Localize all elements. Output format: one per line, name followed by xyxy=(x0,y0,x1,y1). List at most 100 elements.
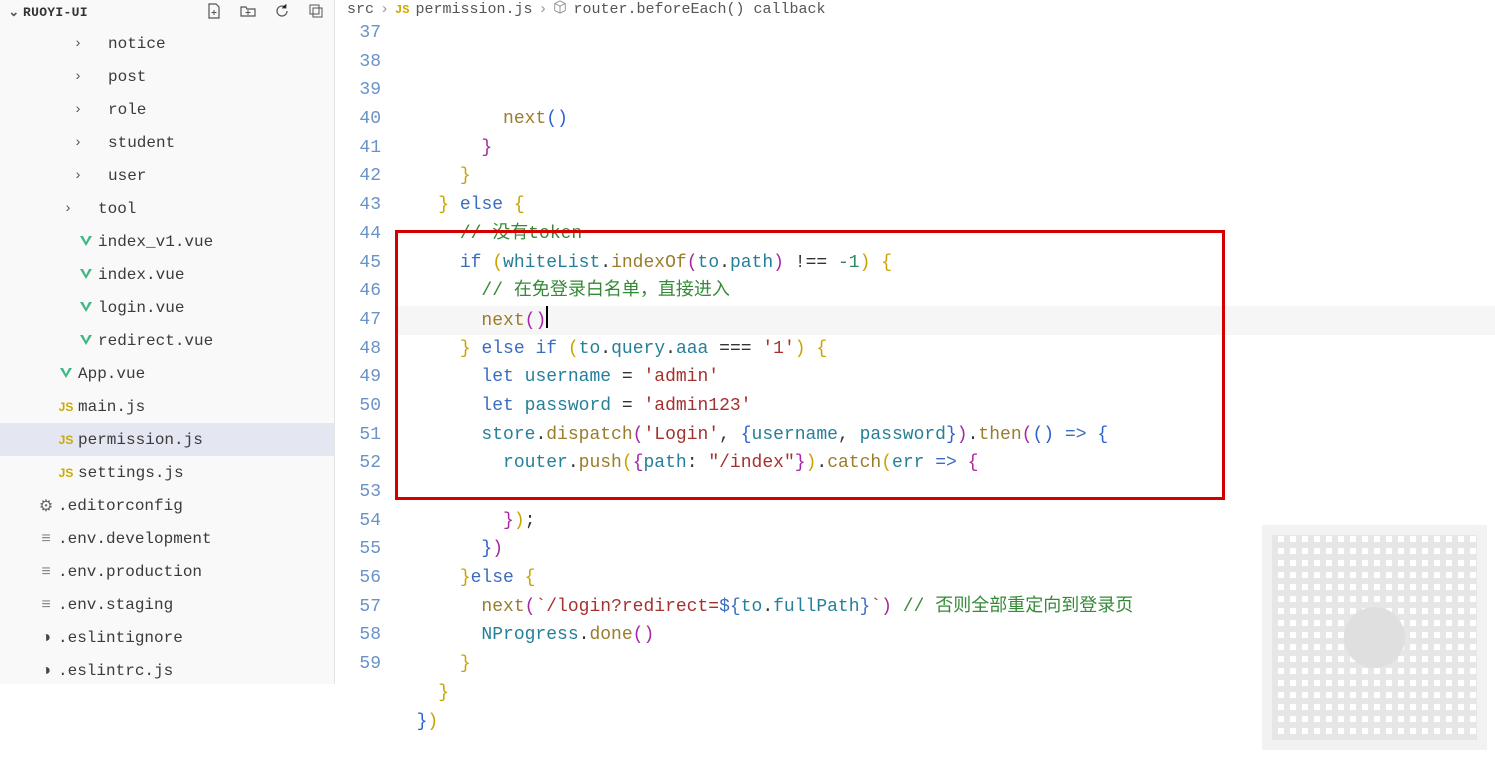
line-number: 48 xyxy=(335,335,381,364)
code-line[interactable]: store.dispatch('Login', {username, passw… xyxy=(395,421,1495,450)
file-name-label: .eslintrc.js xyxy=(56,662,173,680)
code-line[interactable]: router.push({path: "/index"}).catch(err … xyxy=(395,449,1495,478)
file-item[interactable]: ◑.eslintignore xyxy=(0,621,334,654)
folder-item[interactable]: ›post xyxy=(0,60,334,93)
code-line[interactable]: if (whiteList.indexOf(to.path) !== -1) { xyxy=(395,249,1495,278)
js-icon: JS xyxy=(56,466,76,480)
file-name-label: .env.production xyxy=(56,563,202,581)
vue-icon xyxy=(76,333,96,349)
file-name-label: index_v1.vue xyxy=(96,233,213,251)
code-line[interactable]: let password = 'admin123' xyxy=(395,392,1495,421)
folder-item[interactable]: ›student xyxy=(0,126,334,159)
vue-icon xyxy=(76,267,96,283)
line-number-gutter: 3738394041424344454647484950515253545556… xyxy=(335,19,395,764)
sidebar-header[interactable]: ⌄ RUOYI-UI xyxy=(0,0,334,25)
explorer-actions xyxy=(206,3,334,23)
code-content[interactable]: next() } } } else { // 没有token if (white… xyxy=(395,19,1495,764)
line-number: 46 xyxy=(335,277,381,306)
refresh-icon[interactable] xyxy=(274,3,290,23)
code-line[interactable] xyxy=(395,736,1495,764)
file-item[interactable]: ≡.env.staging xyxy=(0,588,334,621)
breadcrumb[interactable]: src › JS permission.js › router.beforeEa… xyxy=(335,0,1495,19)
line-number: 44 xyxy=(335,220,381,249)
code-line[interactable]: let username = 'admin' xyxy=(395,363,1495,392)
code-line[interactable]: next(`/login?redirect=${to.fullPath}`) /… xyxy=(395,593,1495,622)
code-line[interactable]: next() xyxy=(395,306,1495,335)
file-name-label: App.vue xyxy=(76,365,145,383)
line-number: 57 xyxy=(335,593,381,622)
line-number: 38 xyxy=(335,48,381,77)
code-line[interactable]: // 没有token xyxy=(395,220,1495,249)
line-number: 43 xyxy=(335,191,381,220)
lines-icon: ≡ xyxy=(36,563,56,581)
line-number: 39 xyxy=(335,76,381,105)
eslint-icon: ◑ xyxy=(36,662,56,680)
folder-item[interactable]: ›user xyxy=(0,159,334,192)
file-item[interactable]: redirect.vue xyxy=(0,324,334,357)
eslint-icon: ◑ xyxy=(36,629,56,647)
code-line[interactable]: } xyxy=(395,679,1495,708)
file-item[interactable]: ◑.eslintrc.js xyxy=(0,654,334,684)
chevron-right-icon: › xyxy=(70,168,86,184)
code-line[interactable]: }else { xyxy=(395,564,1495,593)
line-number: 59 xyxy=(335,650,381,679)
file-name-label: post xyxy=(106,68,146,86)
lines-icon: ≡ xyxy=(36,596,56,614)
line-number: 54 xyxy=(335,507,381,536)
line-number: 40 xyxy=(335,105,381,134)
folder-item[interactable]: ›tool xyxy=(0,192,334,225)
chevron-right-icon: › xyxy=(380,1,389,18)
chevron-right-icon: › xyxy=(538,1,547,18)
folder-item[interactable]: › notice xyxy=(0,27,334,60)
code-line[interactable]: } xyxy=(395,134,1495,163)
code-editor[interactable]: 3738394041424344454647484950515253545556… xyxy=(335,19,1495,764)
file-item[interactable]: JSpermission.js xyxy=(0,423,334,456)
file-name-label: .env.development xyxy=(56,530,212,548)
file-item[interactable]: ⚙.editorconfig xyxy=(0,489,334,522)
new-folder-icon[interactable] xyxy=(240,3,256,23)
vue-icon xyxy=(76,234,96,250)
file-explorer-sidebar: ⌄ RUOYI-UI ›notice›post›role›student›use… xyxy=(0,0,335,684)
file-name-label: role xyxy=(106,101,146,119)
new-file-icon[interactable] xyxy=(206,3,222,23)
file-name-label: .env.staging xyxy=(56,596,173,614)
file-item[interactable]: App.vue xyxy=(0,357,334,390)
line-number: 52 xyxy=(335,449,381,478)
code-line[interactable]: next() xyxy=(395,105,1495,134)
breadcrumb-part[interactable]: router.beforeEach() callback xyxy=(573,1,825,18)
folder-item[interactable]: › role xyxy=(0,93,334,126)
code-line[interactable]: } xyxy=(395,650,1495,679)
file-name-label: settings.js xyxy=(76,464,184,482)
file-item[interactable]: login.vue xyxy=(0,291,334,324)
code-line[interactable]: } xyxy=(395,162,1495,191)
code-line[interactable] xyxy=(395,478,1495,507)
code-line[interactable]: // 在免登录白名单，直接进入 xyxy=(395,277,1495,306)
file-item[interactable]: index.vue xyxy=(0,258,334,291)
code-line[interactable]: }) xyxy=(395,535,1495,564)
collapse-all-icon[interactable] xyxy=(308,3,324,23)
file-item[interactable]: JSsettings.js xyxy=(0,456,334,489)
chevron-right-icon: › xyxy=(60,201,76,217)
breadcrumb-part[interactable]: src xyxy=(347,1,374,18)
file-item[interactable]: index_v1.vue xyxy=(0,225,334,258)
file-name-label: notice xyxy=(106,35,166,53)
line-number: 58 xyxy=(335,621,381,650)
file-item[interactable]: JSmain.js xyxy=(0,390,334,423)
gear-icon: ⚙ xyxy=(36,496,56,516)
breadcrumb-part[interactable]: permission.js xyxy=(415,1,532,18)
js-file-icon: JS xyxy=(395,3,409,17)
code-line[interactable]: } else if (to.query.aaa === '1') { xyxy=(395,335,1495,364)
code-line[interactable]: }); xyxy=(395,507,1495,536)
symbol-method-icon xyxy=(553,0,567,19)
file-item[interactable]: ≡.env.development xyxy=(0,522,334,555)
chevron-right-icon: › xyxy=(70,36,86,52)
file-name-label: .eslintignore xyxy=(56,629,183,647)
line-number: 51 xyxy=(335,421,381,450)
js-icon: JS xyxy=(56,433,76,447)
chevron-right-icon: › xyxy=(70,135,86,151)
file-item[interactable]: ≡.env.production xyxy=(0,555,334,588)
chevron-right-icon: › xyxy=(70,102,86,118)
code-line[interactable]: } else { xyxy=(395,191,1495,220)
code-line[interactable]: }) xyxy=(395,708,1495,737)
code-line[interactable]: NProgress.done() xyxy=(395,621,1495,650)
